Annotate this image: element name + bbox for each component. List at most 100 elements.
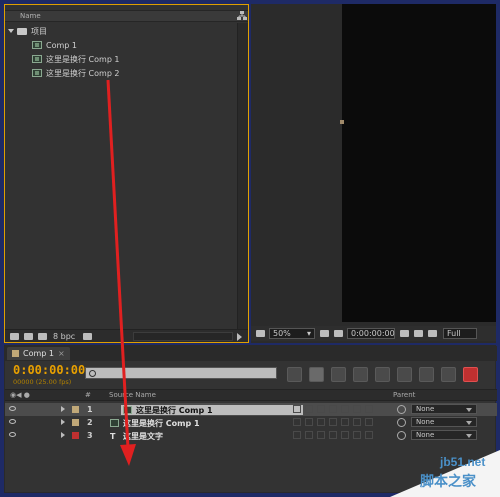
layer-switches[interactable]	[293, 431, 388, 440]
layer-name: 这里是文字	[123, 431, 163, 441]
interpret-footage-icon[interactable]	[10, 332, 19, 340]
project-panel: Name 项目 Comp 1 这里是换行 Comp 1 这里是换行 Comp 2…	[4, 4, 249, 343]
parent-dropdown[interactable]: None	[411, 417, 477, 427]
expand-layer-icon[interactable]	[61, 419, 65, 425]
layer-number: 2	[87, 418, 93, 427]
layer-name-cell[interactable]: 这里是换行 Comp 1	[110, 418, 290, 428]
folder-icon	[17, 27, 27, 35]
parent-picker[interactable]: None	[397, 430, 477, 440]
viewer-timecode[interactable]: 0:00:00:00	[347, 328, 395, 339]
visibility-eye-icon[interactable]	[9, 432, 16, 437]
watermark-url: jb51.net	[440, 455, 486, 469]
project-item-comp[interactable]: 这里是换行 Comp 1	[8, 52, 233, 66]
current-time-display[interactable]: 0:00:00:00	[13, 363, 85, 377]
composition-canvas[interactable]	[342, 4, 496, 322]
project-item-label: 这里是换行 Comp 1	[46, 54, 120, 64]
resolution-dropdown[interactable]: Full	[443, 328, 477, 339]
viewer-timecode-value: 0:00:00:00	[351, 329, 395, 338]
frame-rate-info: 00000 (25.00 fps)	[13, 378, 72, 386]
layer-switches[interactable]	[293, 405, 388, 414]
motion-blur-icon[interactable]	[397, 366, 412, 382]
always-preview-icon[interactable]	[256, 330, 265, 337]
parent-column-header[interactable]: Parent	[393, 391, 415, 399]
watermark-site-name: 脚本之家	[420, 473, 476, 489]
pick-whip-icon[interactable]	[397, 404, 406, 414]
timeline-switches-toolbar	[287, 365, 497, 383]
expand-layer-icon[interactable]	[61, 432, 65, 438]
layer-name: 这里是换行 Comp 1	[136, 405, 213, 415]
layer-name-cell[interactable]: T 这里是文字	[110, 431, 290, 441]
visibility-eye-icon[interactable]	[9, 406, 16, 411]
new-folder-icon[interactable]	[24, 332, 33, 340]
project-column-header[interactable]: Name	[5, 10, 248, 22]
layer-search-input[interactable]	[85, 367, 277, 379]
draft-3d-icon[interactable]	[331, 366, 346, 382]
resolution-value: Full	[447, 329, 461, 338]
project-item-label: 这里是换行 Comp 2	[46, 68, 120, 78]
parent-picker[interactable]: None	[397, 404, 477, 414]
source-name-column-header[interactable]: Source Name	[109, 391, 156, 399]
text-layer-icon: T	[110, 431, 116, 441]
visibility-eye-icon[interactable]	[9, 419, 16, 424]
name-column-label: Name	[20, 12, 41, 20]
label-color-swatch[interactable]	[72, 432, 79, 439]
parent-dropdown[interactable]: None	[411, 404, 477, 414]
bit-depth-button[interactable]: 8 bpc	[53, 332, 75, 341]
trash-icon[interactable]	[83, 332, 93, 340]
brainstorm-icon[interactable]	[419, 366, 434, 382]
parent-dropdown[interactable]: None	[411, 430, 477, 440]
magnification-dropdown[interactable]: 50% ▾	[269, 328, 315, 339]
expand-triangle-icon[interactable]	[8, 29, 14, 33]
number-column-header: #	[85, 391, 91, 399]
layer-row[interactable]: 2 这里是换行 Comp 1 None	[5, 416, 497, 429]
label-color-swatch[interactable]	[72, 406, 79, 413]
tab-label: Comp 1	[23, 349, 54, 358]
expand-layer-icon[interactable]	[61, 406, 65, 412]
scroll-right-icon[interactable]	[237, 333, 242, 341]
show-snapshot-icon[interactable]	[414, 330, 423, 337]
comp-color-swatch	[12, 350, 19, 357]
parent-picker[interactable]: None	[397, 417, 477, 427]
layer-switches[interactable]	[293, 418, 388, 427]
frame-blending-icon[interactable]	[375, 366, 390, 382]
project-item-comp[interactable]: Comp 1	[8, 38, 233, 52]
project-list: 项目 Comp 1 这里是换行 Comp 1 这里是换行 Comp 2	[8, 24, 233, 80]
grid-icon[interactable]	[320, 330, 329, 337]
flowchart-icon[interactable]	[236, 10, 248, 22]
layer-column-headers: ◉◀ ● # Source Name Parent	[5, 389, 497, 401]
tab-comp-1[interactable]: Comp 1 ×	[7, 347, 70, 360]
mask-icon[interactable]	[334, 330, 343, 337]
layer-number: 3	[87, 431, 93, 440]
pick-whip-icon[interactable]	[397, 417, 406, 427]
graph-editor-icon[interactable]	[463, 366, 478, 382]
av-features-header-icon: ◉◀ ●	[10, 391, 30, 399]
project-item-folder[interactable]: 项目	[8, 24, 233, 38]
layer-name: 这里是换行 Comp 1	[123, 418, 200, 428]
hide-shy-layers-icon[interactable]	[353, 366, 368, 382]
project-scrollbar[interactable]	[237, 23, 248, 331]
channel-icon[interactable]	[428, 330, 437, 337]
snapshot-icon[interactable]	[400, 330, 409, 337]
new-composition-icon[interactable]	[38, 332, 47, 340]
search-icon	[89, 370, 96, 377]
project-item-comp[interactable]: 这里是换行 Comp 2	[8, 66, 233, 80]
horizontal-scrollbar[interactable]	[133, 332, 233, 341]
zoom-value: 50%	[273, 329, 291, 338]
close-tab-icon[interactable]: ×	[58, 349, 65, 358]
timeline-tab-bar: Comp 1 ×	[5, 346, 497, 361]
project-toolbar: 8 bpc	[5, 329, 248, 342]
label-color-swatch[interactable]	[72, 419, 79, 426]
layer-name-cell[interactable]: 这里是换行 Comp 1	[121, 405, 303, 415]
composition-icon	[32, 69, 42, 77]
live-update-icon[interactable]	[309, 366, 324, 382]
layer-row[interactable]: 1 这里是换行 Comp 1 None	[5, 403, 497, 416]
composition-icon	[110, 419, 119, 427]
composition-mini-flowchart-icon[interactable]	[287, 366, 302, 382]
anchor-point-marker	[340, 120, 344, 124]
auto-keyframe-icon[interactable]	[441, 366, 456, 382]
composition-icon	[32, 41, 42, 49]
composition-viewer: 50% ▾ 0:00:00:00 Full	[251, 4, 496, 343]
pick-whip-icon[interactable]	[397, 430, 406, 440]
composition-icon	[123, 406, 132, 414]
project-item-label: 项目	[31, 26, 47, 36]
